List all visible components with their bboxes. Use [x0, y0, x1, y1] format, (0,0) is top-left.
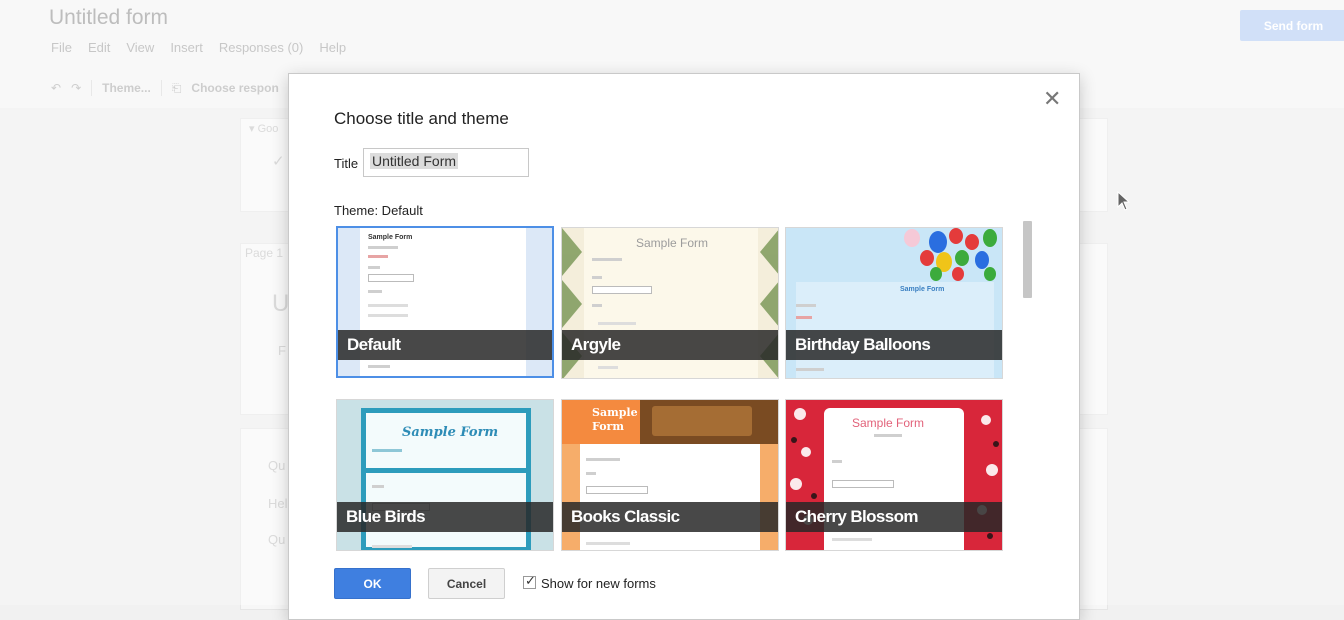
theme-name-cherry-blossom: Cherry Blossom [786, 502, 1002, 532]
thumb-line [368, 314, 408, 317]
thumb-line [368, 246, 398, 249]
checkmark-icon: ✓ [525, 573, 536, 588]
balloons-icon [904, 228, 997, 281]
theme-tile-argyle[interactable]: Sample Form Argyle [561, 227, 779, 379]
title-input-value: Untitled Form [370, 153, 459, 169]
thumb-line [832, 460, 842, 463]
thumb-line [832, 538, 872, 541]
choose-theme-dialog: Choose title and theme ✕ Title Untitled … [288, 73, 1080, 620]
thumb-line [796, 304, 816, 307]
thumb-sample-form: Sample Form [636, 236, 709, 250]
show-for-new-forms-label: Show for new forms [541, 576, 656, 591]
theme-tile-birthday-balloons[interactable]: Sample Form Birthday Balloons [785, 227, 1003, 379]
thumb-sample-form-cursive: Sample Form [402, 425, 499, 440]
thumb-line [368, 266, 380, 269]
thumb-line [874, 434, 902, 437]
thumb-line [368, 290, 382, 293]
thumb-box [368, 274, 414, 282]
dialog-title: Choose title and theme [334, 109, 509, 128]
theme-name-argyle: Argyle [562, 330, 778, 360]
thumb-sample-form: Sample Form [852, 416, 925, 430]
thumb-divider [361, 468, 531, 473]
thumb-line [372, 545, 412, 548]
theme-tile-cherry-blossom[interactable]: Sample Form Cherry Blossom [785, 399, 1003, 551]
theme-list-scrollbar[interactable] [1023, 221, 1032, 298]
thumb-line [796, 368, 824, 371]
thumb-box [832, 480, 894, 488]
thumb-line [368, 304, 408, 307]
ok-button[interactable]: OK [334, 568, 411, 599]
books-title-block: Sample Form [562, 400, 640, 444]
thumb-line [598, 322, 636, 325]
current-theme-label: Theme: Default [334, 203, 423, 218]
title-field-label: Title [334, 156, 359, 171]
thumb-sample-form: Sample Form [368, 234, 413, 241]
thumb-line [368, 255, 388, 258]
theme-name-blue-birds: Blue Birds [337, 502, 553, 532]
theme-name-default: Default [338, 330, 552, 360]
show-for-new-forms-checkbox[interactable]: ✓ [523, 573, 536, 589]
thumb-line [586, 458, 620, 461]
thumb-line [592, 276, 602, 279]
theme-name-birthday-balloons: Birthday Balloons [786, 330, 1002, 360]
thumb-line [592, 304, 602, 307]
theme-name-books-classic: Books Classic [562, 502, 778, 532]
thumb-sample-form: Sample Form [900, 286, 945, 293]
thumb-line [586, 472, 596, 475]
thumb-line [598, 366, 618, 369]
thumb-sample-label: Sample [592, 406, 638, 419]
thumb-box [592, 286, 652, 294]
cancel-button[interactable]: Cancel [428, 568, 505, 599]
thumb-line [368, 365, 390, 368]
thumb-line [796, 316, 812, 319]
thumb-form-label: Form [592, 420, 624, 433]
thumb-line [372, 449, 402, 452]
thumb-line [372, 485, 384, 488]
thumb-line [592, 258, 622, 261]
thumb-line [586, 542, 630, 545]
theme-tile-default[interactable]: Sample Form Default [336, 226, 554, 378]
close-icon[interactable]: ✕ [1043, 88, 1061, 110]
books-thumb-form [580, 444, 760, 550]
thumb-box [586, 486, 648, 494]
books-illustration [652, 406, 752, 436]
theme-tile-books-classic[interactable]: Sample Form Books Classic [561, 399, 779, 551]
title-input[interactable]: Untitled Form [363, 148, 529, 177]
theme-tile-blue-birds[interactable]: Sample Form Blue Birds [336, 399, 554, 551]
